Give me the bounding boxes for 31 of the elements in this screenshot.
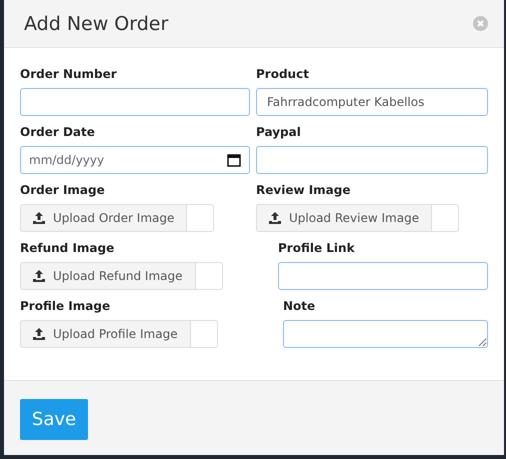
field-label: Order Date bbox=[20, 124, 96, 140]
file-name-field[interactable] bbox=[187, 204, 214, 232]
field-label: Order Image bbox=[20, 182, 106, 198]
field-label: Review Image bbox=[256, 182, 352, 198]
field-label: Note bbox=[283, 298, 316, 314]
upload-button[interactable]: Upload Review Image bbox=[256, 204, 432, 232]
date-field[interactable]: mm/dd/yyyy bbox=[20, 146, 250, 174]
upload-button[interactable]: Upload Order Image bbox=[20, 204, 188, 232]
text-field[interactable]: Fahrradcomputer Kabellos bbox=[256, 88, 488, 116]
upload-icon bbox=[33, 270, 45, 282]
field-label: Product bbox=[256, 66, 310, 82]
text-field[interactable] bbox=[278, 262, 488, 290]
field-label: Refund Image bbox=[20, 240, 116, 256]
field-label: Order Number bbox=[20, 66, 118, 82]
upload-button[interactable]: Upload Refund Image bbox=[20, 262, 196, 290]
upload-icon bbox=[33, 212, 45, 224]
upload-icon bbox=[269, 212, 281, 224]
text-field[interactable] bbox=[20, 88, 250, 116]
file-name-field[interactable] bbox=[196, 262, 222, 290]
calendar-icon bbox=[227, 153, 241, 167]
file-name-field[interactable] bbox=[190, 320, 218, 348]
dialog-title: Add New Order bbox=[24, 12, 168, 34]
upload-button[interactable]: Upload Profile Image bbox=[20, 320, 191, 348]
text-field[interactable] bbox=[256, 146, 488, 174]
close-icon[interactable] bbox=[473, 16, 488, 31]
field-label: Profile Image bbox=[20, 298, 112, 314]
note-field[interactable] bbox=[283, 320, 488, 348]
upload-icon bbox=[33, 328, 45, 340]
field-label: Profile Link bbox=[278, 240, 356, 256]
file-name-field[interactable] bbox=[432, 204, 460, 232]
field-label: Paypal bbox=[256, 124, 302, 140]
